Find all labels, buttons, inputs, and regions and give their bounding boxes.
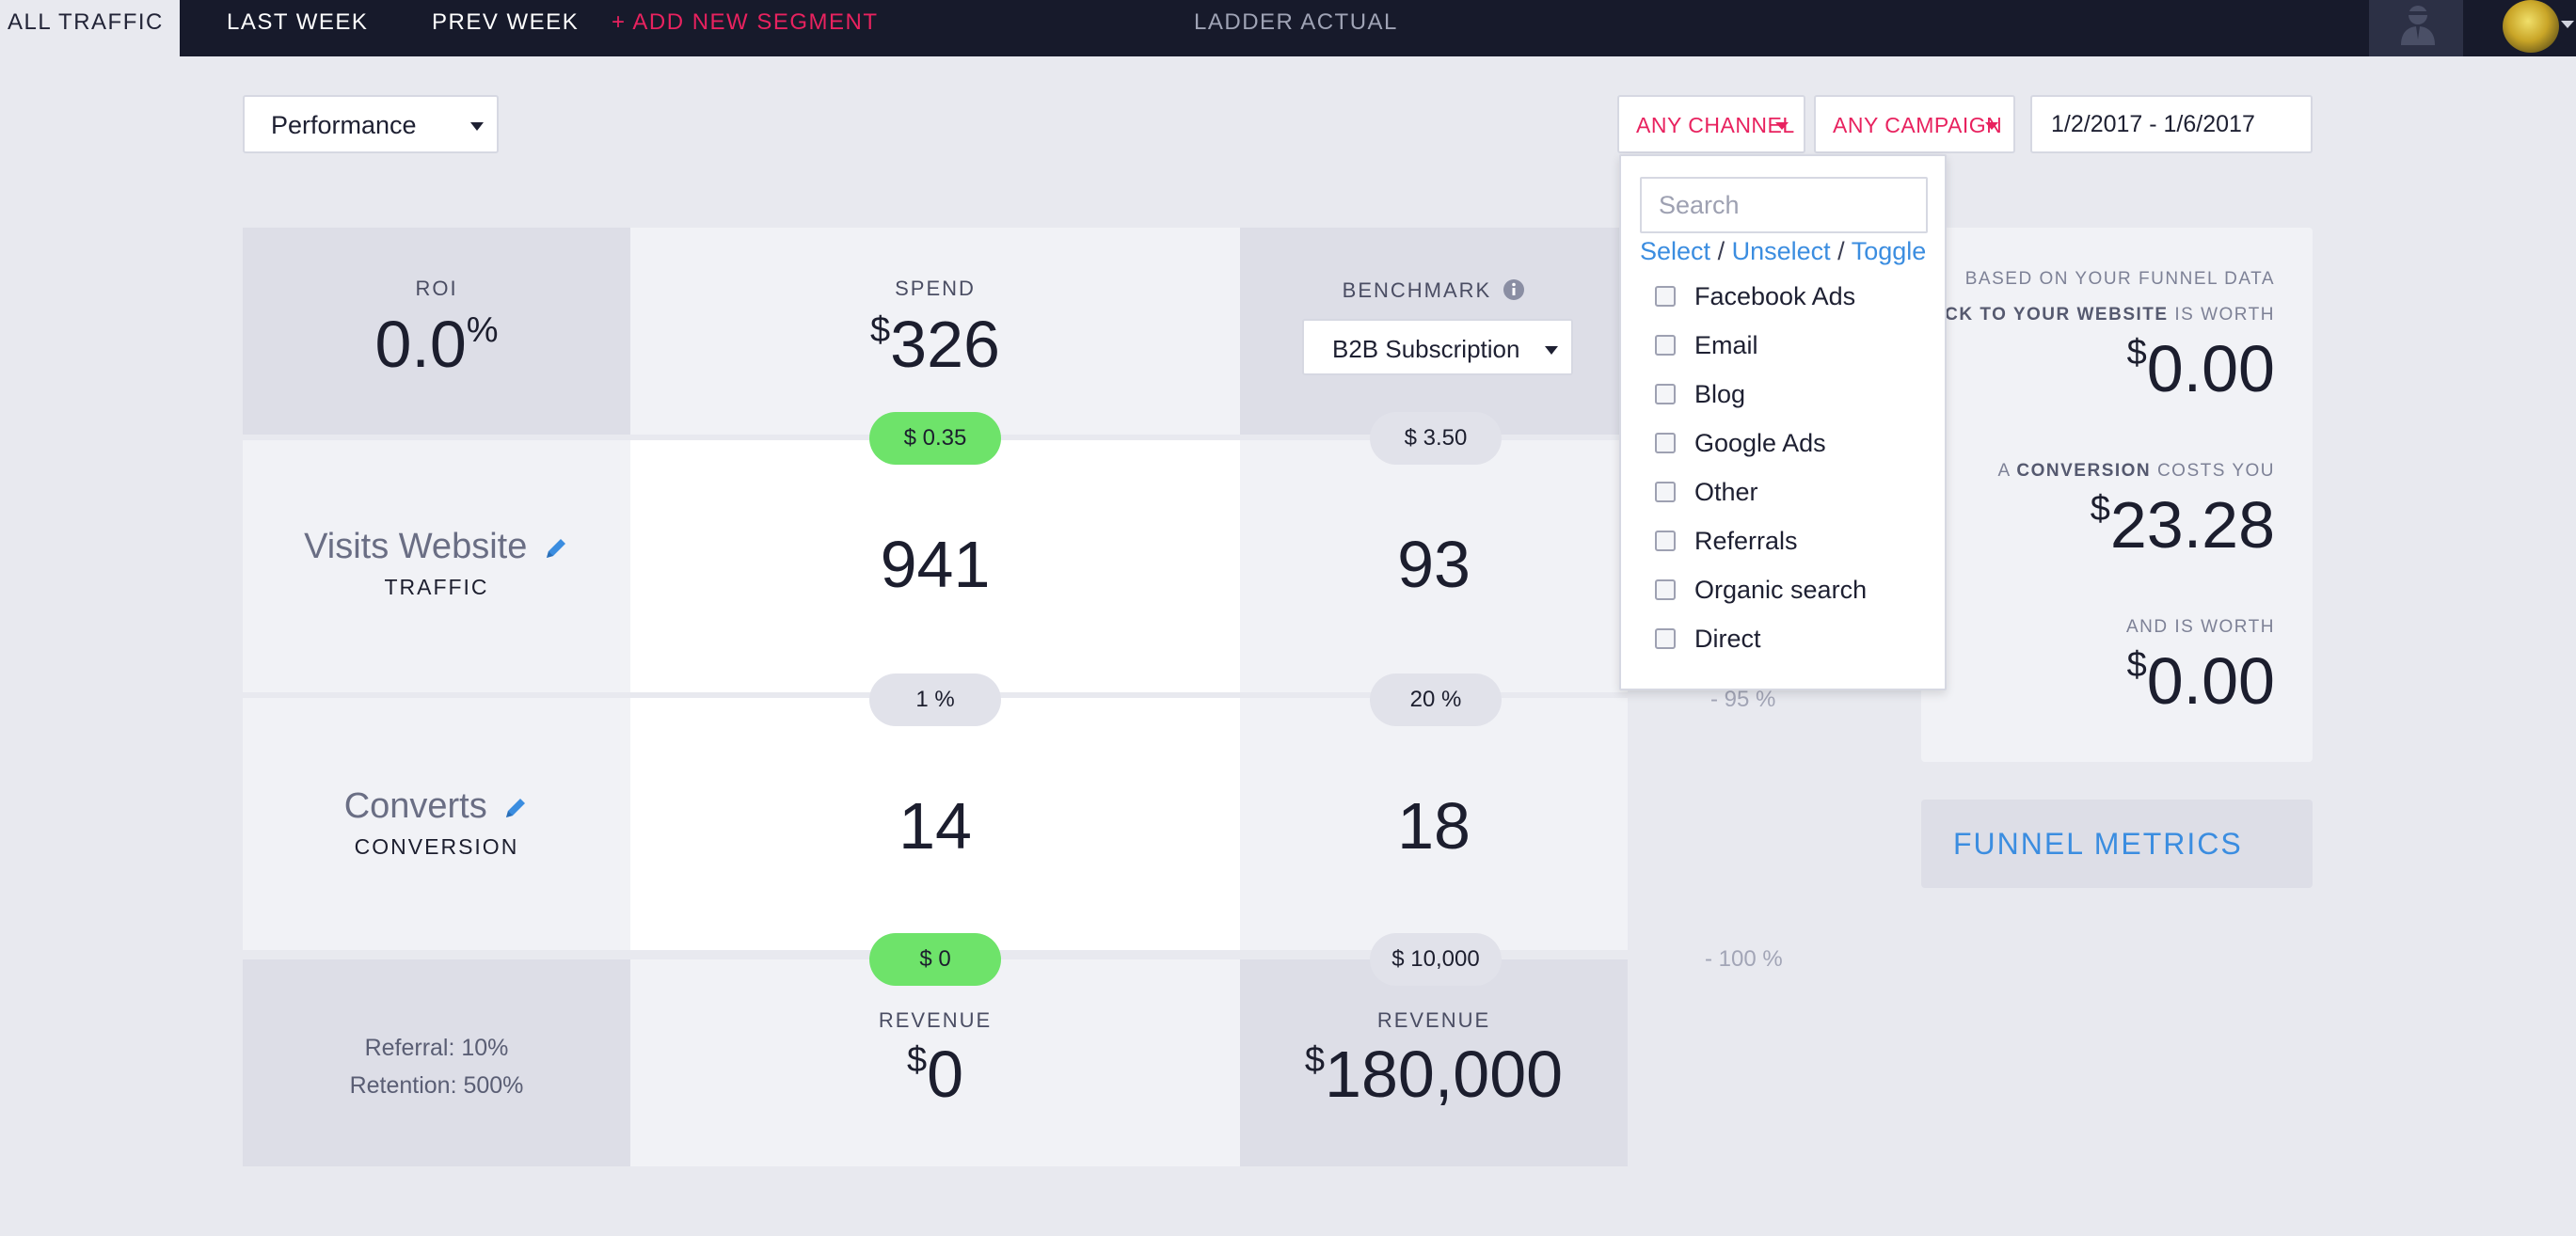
conversion-rate-benchmark-badge: 20 %: [1370, 673, 1502, 726]
view-select-value: Performance: [271, 111, 417, 139]
spend-label: SPEND: [895, 277, 976, 300]
checkbox[interactable]: [1655, 285, 1676, 307]
channel-option-blog[interactable]: Blog: [1655, 371, 1745, 418]
select-all-link[interactable]: Select: [1640, 237, 1710, 265]
roi-label: ROI: [415, 277, 458, 300]
channel-option-google-ads[interactable]: Google Ads: [1655, 420, 1826, 467]
visits-benchmark-cell: 93: [1240, 440, 1628, 694]
spend-cell: SPEND $326: [630, 228, 1240, 436]
conversion-worth-label: AND IS WORTH: [2125, 617, 2275, 637]
revenue-label: REVENUE: [878, 1008, 993, 1032]
click-worth-value: $0.00: [2126, 332, 2275, 405]
channel-filter-button[interactable]: ANY CHANNEL: [1617, 95, 1805, 153]
click-worth-label: A CLICK TO YOUR WEBSITE IS WORTH: [1893, 305, 2275, 325]
conversion-worth-value: $0.00: [2126, 644, 2275, 718]
visits-actual-cell: 941: [630, 440, 1240, 694]
step-converts-title: Converts: [243, 786, 630, 827]
campaign-filter-label: ANY CAMPAIGN: [1833, 113, 2003, 137]
unselect-all-link[interactable]: Unselect: [1732, 237, 1831, 265]
pencil-icon[interactable]: [502, 795, 529, 821]
channel-option-other[interactable]: Other: [1655, 468, 1758, 515]
checkbox[interactable]: [1655, 578, 1676, 600]
checkbox[interactable]: [1655, 627, 1676, 649]
tab-last-week[interactable]: LAST WEEK: [227, 0, 368, 56]
revenue-actual-value: $0: [906, 1038, 964, 1111]
conversion-rate-diff: - 95 %: [1710, 687, 1776, 712]
conversion-rate-actual-badge: 1 %: [869, 673, 1001, 726]
step-converts-label-cell: Converts CONVERSION: [243, 698, 630, 950]
benchmark-select-value: B2B Subscription: [1332, 335, 1520, 363]
revenue-benchmark-cell: REVENUE $180,000: [1240, 959, 1628, 1166]
channel-dropdown-menu: Select / Unselect / Toggle Facebook Ads …: [1619, 154, 1947, 690]
caret-down-icon: [1545, 346, 1558, 355]
channel-option-referrals[interactable]: Referrals: [1655, 517, 1798, 564]
summary-panel: BASED ON YOUR FUNNEL DATA A CLICK TO YOU…: [1893, 228, 2313, 762]
conversion-cost-label: A CONVERSION COSTS YOU: [1997, 461, 2275, 481]
cost-per-conversion-benchmark-badge: $ 10,000: [1370, 933, 1502, 986]
summary-intro: BASED ON YOUR FUNNEL DATA: [1964, 269, 2275, 289]
channel-option-direct[interactable]: Direct: [1655, 615, 1761, 662]
channel-bulk-actions: Select / Unselect / Toggle: [1640, 237, 1927, 265]
step-converts-subtitle: CONVERSION: [354, 834, 519, 859]
converts-actual-value: 14: [898, 789, 972, 863]
visits-actual-value: 941: [880, 528, 991, 601]
referral-rate: Referral: 10%: [364, 1035, 509, 1061]
roi-value: 0.0%: [374, 308, 499, 381]
add-segment-button[interactable]: + ADD NEW SEGMENT: [612, 0, 879, 56]
step-visits-subtitle: TRAFFIC: [384, 575, 489, 599]
checkbox[interactable]: [1655, 530, 1676, 551]
date-range-input[interactable]: [2030, 95, 2313, 153]
channel-option-facebook-ads[interactable]: Facebook Ads: [1655, 273, 1855, 320]
tab-all-traffic[interactable]: ALL TRAFFIC: [0, 0, 180, 56]
caret-down-icon: [470, 122, 484, 131]
cost-per-visit-benchmark-badge: $ 3.50: [1370, 412, 1502, 465]
view-select[interactable]: Performance: [243, 95, 499, 153]
cost-per-conversion-actual-badge: $ 0: [869, 933, 1001, 986]
caret-down-icon: [1985, 122, 1998, 130]
cost-per-conversion-diff: - 100 %: [1705, 946, 1783, 972]
funnel-metrics-button[interactable]: FUNNEL METRICS: [1921, 800, 2313, 888]
converts-actual-cell: 14: [630, 698, 1240, 950]
checkbox[interactable]: [1655, 432, 1676, 453]
assumptions-cell: Referral: 10% Retention: 500%: [243, 959, 630, 1166]
anonymous-user-icon[interactable]: [2397, 2, 2439, 45]
pencil-icon[interactable]: [543, 535, 569, 562]
spend-value: $326: [870, 308, 1000, 381]
benchmark-header: BENCHMARK: [1240, 278, 1628, 303]
visits-benchmark-value: 93: [1397, 528, 1471, 601]
campaign-filter-button[interactable]: ANY CAMPAIGN: [1814, 95, 2015, 153]
channel-option-organic-search[interactable]: Organic search: [1655, 566, 1867, 613]
ladder-title: LADDER ACTUAL: [1194, 9, 1398, 35]
step-visits-label-cell: Visits Website TRAFFIC: [243, 440, 630, 694]
channel-filter-label: ANY CHANNEL: [1636, 113, 1795, 137]
converts-benchmark-cell: 18: [1240, 698, 1628, 950]
channel-option-email[interactable]: Email: [1655, 322, 1758, 369]
checkbox[interactable]: [1655, 383, 1676, 404]
info-icon[interactable]: [1503, 278, 1525, 301]
caret-down-icon: [1775, 122, 1789, 130]
checkbox[interactable]: [1655, 334, 1676, 356]
cost-per-visit-actual-badge: $ 0.35: [869, 412, 1001, 465]
step-visits-title: Visits Website: [243, 527, 630, 567]
chevron-down-icon[interactable]: [2561, 21, 2574, 28]
avatar[interactable]: [2503, 0, 2559, 53]
revenue-label: REVENUE: [1376, 1008, 1491, 1032]
revenue-benchmark-value: $180,000: [1304, 1038, 1564, 1111]
revenue-actual-cell: REVENUE $0: [630, 959, 1240, 1166]
converts-benchmark-value: 18: [1397, 789, 1471, 863]
channel-search-input[interactable]: [1640, 177, 1928, 233]
benchmark-select[interactable]: B2B Subscription: [1302, 319, 1573, 375]
retention-rate: Retention: 500%: [349, 1072, 524, 1099]
toggle-all-link[interactable]: Toggle: [1852, 237, 1927, 265]
checkbox[interactable]: [1655, 481, 1676, 502]
conversion-cost-value: $23.28: [2090, 488, 2275, 562]
roi-cell: ROI 0.0%: [243, 228, 630, 436]
tab-prev-week[interactable]: PREV WEEK: [432, 0, 579, 56]
